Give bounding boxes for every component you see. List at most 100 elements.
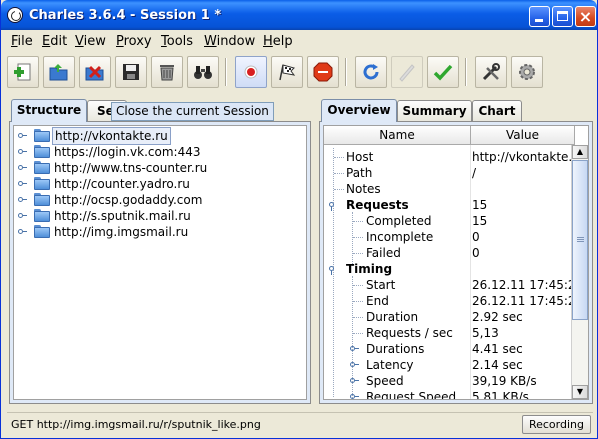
table-row[interactable]: Start 26.12.11 17:45:26: [324, 277, 583, 293]
tooltip-close-session: Close the current Session: [111, 102, 274, 121]
record-button[interactable]: [235, 56, 267, 88]
collapse-icon[interactable]: [329, 202, 339, 211]
tab-chart[interactable]: Chart: [472, 100, 522, 121]
row-name: Duration: [366, 310, 419, 324]
menu-window[interactable]: Window: [204, 34, 255, 49]
row-name: Failed: [366, 246, 401, 260]
title-bar[interactable]: Charles 3.6.4 - Session 1 * ×: [1, 0, 597, 30]
binoculars-icon: [194, 66, 212, 79]
tree-expand-icon[interactable]: [18, 165, 27, 171]
save-icon: [123, 64, 139, 80]
table-row[interactable]: End 26.12.11 17:45:29: [324, 293, 583, 309]
tree-expand-icon[interactable]: [18, 229, 27, 235]
menu-help[interactable]: Help: [263, 34, 293, 49]
maximize-button[interactable]: [552, 6, 573, 27]
close-window-button[interactable]: ×: [575, 6, 596, 27]
charles-app-icon: [7, 7, 23, 23]
throttling-button[interactable]: [271, 56, 303, 88]
tree-expand-icon[interactable]: [18, 149, 27, 155]
tree-expand-icon[interactable]: [18, 213, 27, 219]
menu-proxy[interactable]: Proxy: [116, 34, 152, 49]
tab-structure[interactable]: Structure: [11, 99, 87, 122]
clear-session-button[interactable]: [151, 56, 183, 88]
tree-expand-icon[interactable]: [18, 133, 27, 139]
table-row[interactable]: Failed 0: [324, 245, 573, 261]
expand-icon[interactable]: [350, 362, 360, 368]
table-row-group[interactable]: Speed 39,19 KB/s: [324, 373, 573, 389]
row-value: 5,13: [472, 326, 499, 340]
breakpoints-button[interactable]: [307, 56, 339, 88]
column-header-name[interactable]: Name: [324, 126, 471, 145]
throttle-flag-icon: [279, 64, 296, 81]
table-row-group[interactable]: Request Speed 5,81 KB/s: [324, 389, 573, 399]
host-tree[interactable]: http://vkontakte.ru https://login.vk.com…: [13, 125, 307, 400]
tree-item-label: http://counter.yadro.ru: [54, 177, 190, 191]
folder-icon: [34, 145, 50, 158]
save-button[interactable]: [115, 56, 147, 88]
collapse-icon[interactable]: [329, 266, 339, 275]
stop-breakpoints-icon: [313, 62, 333, 82]
menu-edit-mnemonic: E: [42, 34, 51, 49]
recording-button[interactable]: Recording: [521, 415, 591, 434]
column-header-value[interactable]: Value: [471, 126, 575, 145]
settings-gear-icon: [519, 64, 535, 80]
table-row[interactable]: Incomplete 0: [324, 229, 573, 245]
table-row-group[interactable]: Timing: [324, 261, 573, 277]
open-session-button[interactable]: [43, 56, 75, 88]
menu-edit[interactable]: Edit: [42, 34, 67, 49]
scroll-thumb[interactable]: [572, 160, 588, 320]
folder-icon: [34, 209, 50, 222]
row-name: Durations: [366, 342, 425, 356]
table-row-group[interactable]: Latency 2.14 sec: [324, 357, 573, 373]
table-row[interactable]: Requests / sec 5,13: [324, 325, 573, 341]
expand-icon[interactable]: [350, 378, 360, 384]
tree-expand-icon[interactable]: [18, 181, 27, 187]
table-row[interactable]: Completed 15: [324, 213, 573, 229]
status-text: GET http://img.imgsmail.ru/r/sputnik_lik…: [11, 418, 261, 431]
close-icon: ×: [578, 7, 593, 26]
tree-item-label: http://ocsp.godaddy.com: [54, 193, 203, 207]
row-value: 15: [472, 198, 488, 212]
menu-proxy-label: roxy: [123, 34, 152, 49]
table-row[interactable]: Notes: [324, 181, 573, 197]
overview-table[interactable]: Name Value Host http://vkontakte.ru Path…: [323, 125, 589, 400]
settings-button[interactable]: [511, 56, 543, 88]
tab-overview[interactable]: Overview: [321, 99, 397, 122]
expand-icon[interactable]: [350, 394, 360, 399]
new-session-button[interactable]: [7, 56, 39, 88]
row-name: Path: [346, 166, 373, 180]
find-button[interactable]: [187, 56, 219, 88]
tree-item-label: https://login.vk.com:443: [54, 145, 201, 159]
repeat-icon: [363, 64, 379, 80]
close-session-icon: [85, 65, 104, 81]
row-name: End: [366, 294, 389, 308]
tree-item-label: http://vkontakte.ru: [52, 127, 171, 145]
menu-view[interactable]: View: [75, 34, 106, 49]
tree-item-label: http://s.sputnik.mail.ru: [54, 209, 191, 223]
table-row[interactable]: Duration 2.92 sec: [324, 309, 573, 325]
row-name: Start: [366, 278, 396, 292]
scroll-up-button[interactable]: ▲: [572, 145, 588, 159]
folder-icon: [34, 225, 50, 238]
tab-summary[interactable]: Summary: [397, 100, 472, 121]
table-row[interactable]: Host http://vkontakte.ru: [324, 149, 585, 165]
vertical-scrollbar[interactable]: ▲ ▼: [571, 145, 588, 399]
menu-file[interactable]: File: [11, 34, 33, 49]
repeat-button[interactable]: [355, 56, 387, 88]
table-row[interactable]: Path /: [324, 165, 573, 181]
menu-tools[interactable]: Tools: [161, 34, 193, 49]
table-row-group[interactable]: Durations 4.41 sec: [324, 341, 573, 357]
edit-pencil-icon: [399, 64, 415, 82]
close-session-button[interactable]: [79, 56, 111, 88]
validate-button[interactable]: [427, 56, 459, 88]
scroll-down-button[interactable]: ▼: [572, 385, 588, 399]
table-row-group[interactable]: Requests 15: [324, 197, 573, 213]
folder-icon: [34, 177, 50, 190]
row-name: Notes: [346, 182, 381, 196]
folder-icon: [34, 161, 50, 174]
minimize-button[interactable]: [529, 6, 550, 27]
expand-icon[interactable]: [350, 346, 360, 352]
tree-expand-icon[interactable]: [18, 197, 27, 203]
tools-button[interactable]: [475, 56, 507, 88]
edit-button[interactable]: [391, 56, 423, 88]
